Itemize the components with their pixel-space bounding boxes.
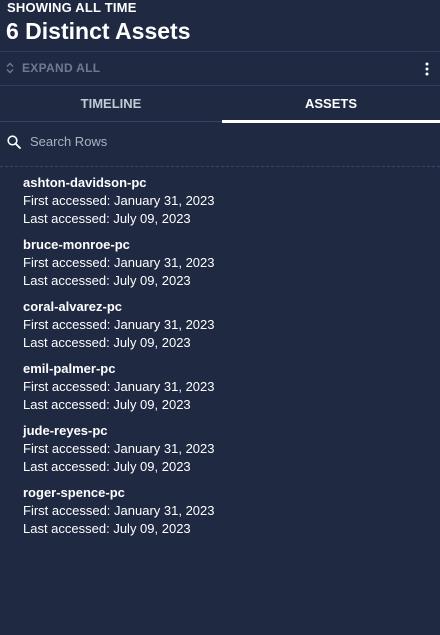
first-accessed: First accessed: January 31, 2023: [23, 255, 215, 270]
first-accessed: First accessed: January 31, 2023: [23, 503, 215, 518]
page-title: 6 Distinct Assets: [6, 18, 191, 44]
first-accessed: First accessed: January 31, 2023: [23, 441, 215, 456]
search-icon: [7, 135, 21, 154]
asset-list: ashton-davidson-pc First accessed: Janua…: [23, 174, 423, 546]
asset-name: coral-alvarez-pc: [23, 299, 122, 314]
time-range-label: SHOWING ALL TIME: [7, 0, 137, 15]
more-vertical-icon[interactable]: [423, 62, 431, 76]
first-accessed: First accessed: January 31, 2023: [23, 193, 215, 208]
unfold-icon: [6, 62, 14, 74]
last-accessed: Last accessed: July 09, 2023: [23, 335, 191, 350]
toolbar: EXPAND ALL: [0, 52, 440, 86]
last-accessed: Last accessed: July 09, 2023: [23, 521, 191, 536]
last-accessed: Last accessed: July 09, 2023: [23, 211, 191, 226]
list-item[interactable]: ashton-davidson-pc First accessed: Janua…: [23, 174, 423, 236]
view-tabs: TIMELINE ASSETS: [0, 86, 440, 123]
last-accessed: Last accessed: July 09, 2023: [23, 273, 191, 288]
list-item[interactable]: emil-palmer-pc First accessed: January 3…: [23, 360, 423, 422]
tab-assets-label: ASSETS: [304, 96, 357, 111]
asset-name: ashton-davidson-pc: [23, 175, 147, 190]
list-item[interactable]: roger-spence-pc First accessed: January …: [23, 484, 423, 546]
list-item[interactable]: jude-reyes-pc First accessed: January 31…: [23, 422, 423, 484]
search-bar: [0, 122, 440, 167]
last-accessed: Last accessed: July 09, 2023: [23, 459, 191, 474]
tab-timeline[interactable]: TIMELINE: [0, 86, 222, 121]
tab-assets[interactable]: ASSETS: [222, 86, 440, 123]
first-accessed: First accessed: January 31, 2023: [23, 317, 215, 332]
expand-all-button[interactable]: EXPAND ALL: [6, 61, 100, 75]
asset-name: bruce-monroe-pc: [23, 237, 130, 252]
expand-all-label: EXPAND ALL: [22, 61, 101, 75]
asset-name: roger-spence-pc: [23, 485, 125, 500]
asset-name: emil-palmer-pc: [23, 361, 116, 376]
panel-header: SHOWING ALL TIME 6 Distinct Assets: [0, 0, 440, 52]
asset-name: jude-reyes-pc: [23, 423, 108, 438]
search-input[interactable]: [30, 130, 420, 152]
first-accessed: First accessed: January 31, 2023: [23, 379, 215, 394]
list-item[interactable]: coral-alvarez-pc First accessed: January…: [23, 298, 423, 360]
list-item[interactable]: bruce-monroe-pc First accessed: January …: [23, 236, 423, 298]
last-accessed: Last accessed: July 09, 2023: [23, 397, 191, 412]
